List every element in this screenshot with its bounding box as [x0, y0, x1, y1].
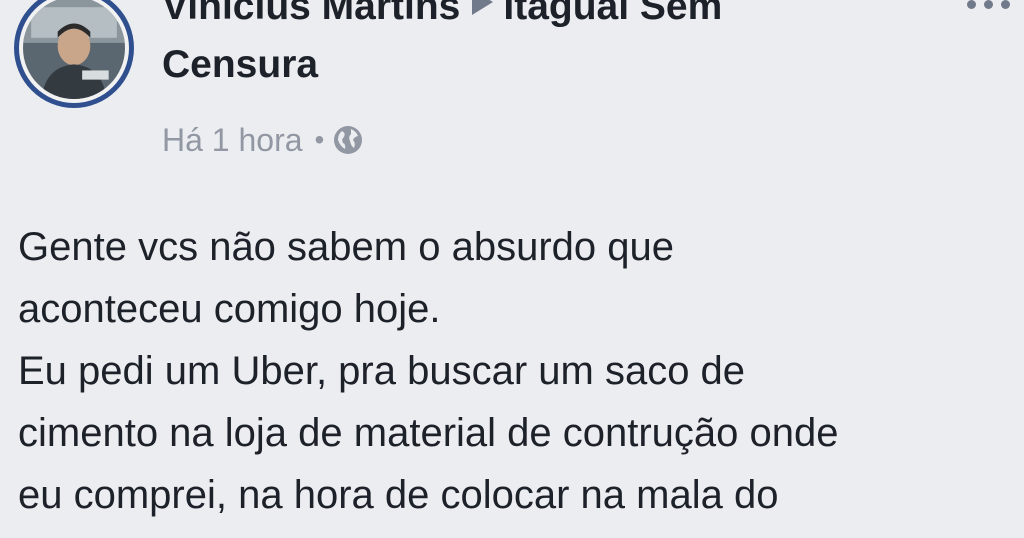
triangle-right-icon [472, 0, 494, 15]
post-timestamp[interactable]: Há 1 hora [162, 122, 303, 159]
more-options-icon[interactable] [967, 0, 1010, 9]
post-header: Vinicius Martins Itaguaí Sem Censura [162, 0, 922, 94]
post-text-line: aconteceu comigo hoje. [18, 287, 441, 331]
post-meta: Há 1 hora • [162, 117, 364, 163]
avatar-frame [19, 0, 129, 103]
post-text-line: eu comprei, na hora de colocar na mala d… [18, 473, 779, 517]
author-name[interactable]: Vinicius Martins [162, 0, 460, 28]
profile-photo-icon [23, 0, 125, 99]
group-name[interactable]: Itaguaí Sem [503, 0, 722, 28]
post-text-line: Eu pedi um Uber, pra buscar um saco de [18, 349, 746, 393]
dot [1001, 0, 1010, 9]
post-text-line: cimento na loja de material de contrução… [18, 411, 839, 455]
globe-icon[interactable] [332, 124, 364, 156]
dot [984, 0, 993, 9]
meta-separator: • [314, 124, 325, 155]
dot [967, 0, 976, 9]
avatar-photo [23, 0, 125, 99]
post-body: Gente vcs não sabem o absurdo que aconte… [18, 216, 1018, 526]
post-text-line: Gente vcs não sabem o absurdo que [18, 225, 674, 269]
facebook-post: Vinicius Martins Itaguaí Sem Censura Há 1… [0, 0, 1024, 538]
group-name-continued[interactable]: Censura [162, 43, 318, 86]
profile-avatar[interactable] [14, 0, 134, 108]
